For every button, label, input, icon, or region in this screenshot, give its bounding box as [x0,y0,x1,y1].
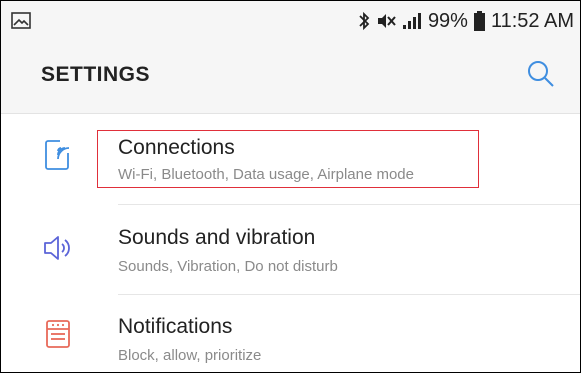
page-title: SETTINGS [41,63,151,86]
settings-item-connections[interactable]: Connections Wi-Fi, Bluetooth, Data usage… [1,114,580,204]
bluetooth-icon [358,11,370,31]
settings-item-title: Sounds and vibration [118,226,316,249]
signal-icon [402,12,422,30]
clock-time: 11:52 AM [490,9,574,32]
app-header: SETTINGS [1,41,580,114]
settings-item-subtitle: Block, allow, prioritize [118,347,262,364]
connections-icon [41,138,75,172]
search-button[interactable] [524,59,558,93]
mute-icon [376,12,396,30]
speaker-icon [41,231,75,265]
battery-percent: 99% [427,9,468,32]
search-icon [526,59,556,94]
settings-item-title: Notifications [118,315,233,338]
settings-item-notifications[interactable]: Notifications Block, allow, prioritize [1,295,580,372]
settings-item-sounds[interactable]: Sounds and vibration Sounds, Vibration, … [1,205,580,295]
status-bar: 99% 11:52 AM [1,1,580,41]
status-icons: 99% 11:52 AM [358,8,574,34]
phone-screen: 99% 11:52 AM SETTINGS Connections Wi-Fi,… [0,0,581,373]
highlight-box [97,130,479,188]
settings-item-subtitle: Sounds, Vibration, Do not disturb [118,258,338,275]
battery-icon [473,11,485,31]
notifications-icon [41,317,75,351]
settings-list: Connections Wi-Fi, Bluetooth, Data usage… [1,114,580,372]
image-icon [11,12,31,29]
